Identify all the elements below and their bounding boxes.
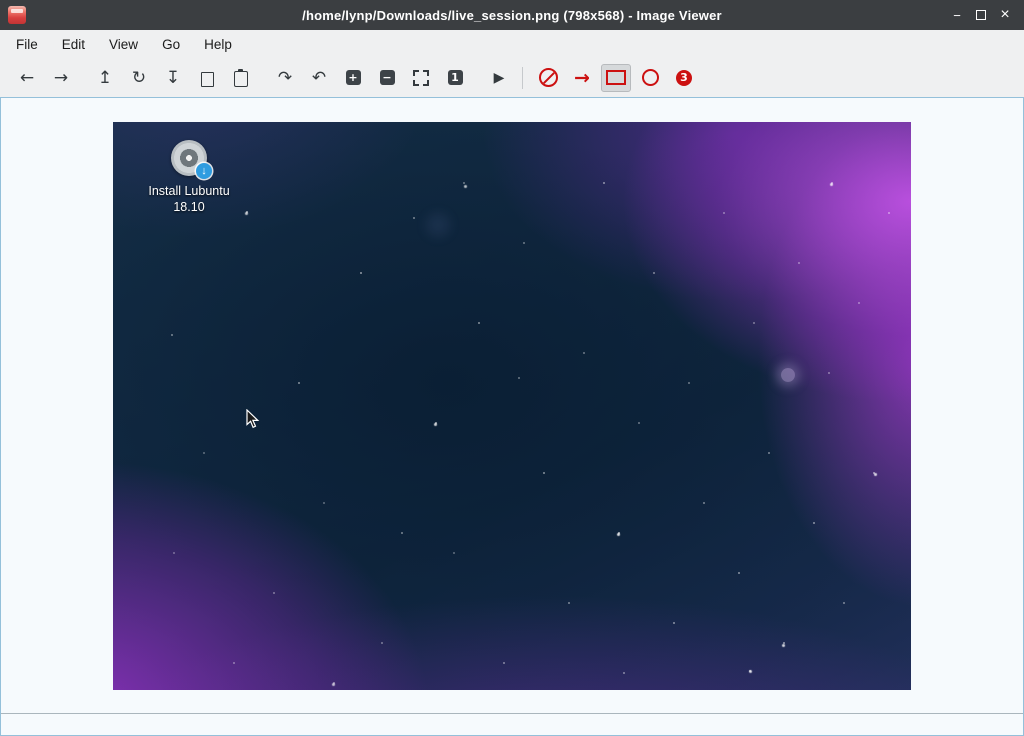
fit-to-window-button[interactable] <box>406 64 436 92</box>
window-controls: − × <box>948 6 1024 24</box>
minimize-icon: − <box>953 8 961 23</box>
rotate-counterclockwise-button[interactable]: ↶ <box>304 64 334 92</box>
reload-icon: ↻ <box>132 68 146 88</box>
back-button[interactable]: ← <box>12 64 42 92</box>
mouse-cursor <box>246 409 260 429</box>
desktop-icon-label-line1: Install Lubuntu <box>134 183 244 200</box>
forward-button[interactable]: → <box>46 64 76 92</box>
toolbar: ← → ↥ ↻ ↧ ↷ ↶ + − 1 ▶ → 3 <box>0 58 1024 97</box>
image-canvas[interactable]: ↓ Install Lubuntu 18.10 <box>1 98 1023 714</box>
no-entry-icon <box>539 68 558 87</box>
save-icon: ↧ <box>166 68 180 88</box>
open-file-icon: ↥ <box>98 68 112 88</box>
install-lubuntu-desktop-icon: ↓ Install Lubuntu 18.10 <box>134 140 244 217</box>
arrow-annotation-tool-button[interactable]: → <box>567 64 597 92</box>
fit-to-window-icon <box>413 70 429 86</box>
actual-size-icon: 1 <box>448 70 463 85</box>
back-icon: ← <box>20 68 34 88</box>
menubar: File Edit View Go Help <box>0 30 1024 58</box>
rotate-counterclockwise-icon: ↶ <box>312 68 326 88</box>
number-annotation-tool-button[interactable]: 3 <box>669 64 699 92</box>
actual-size-button[interactable]: 1 <box>440 64 470 92</box>
open-file-button[interactable]: ↥ <box>90 64 120 92</box>
red-arrow-icon: → <box>574 67 590 89</box>
nebula-glow <box>781 368 795 382</box>
window-title: /home/lynp/Downloads/live_session.png (7… <box>0 8 1024 23</box>
zoom-in-button[interactable]: + <box>338 64 368 92</box>
status-bar <box>1 714 1023 735</box>
menu-file[interactable]: File <box>4 32 50 57</box>
close-button[interactable]: × <box>996 6 1014 24</box>
paste-icon <box>234 71 248 87</box>
desktop-icon-label-line2: 18.10 <box>134 199 244 216</box>
maximize-icon <box>976 10 986 20</box>
displayed-image: ↓ Install Lubuntu 18.10 <box>113 122 911 690</box>
no-annotation-tool-button[interactable] <box>533 64 563 92</box>
play-icon: ▶ <box>494 70 505 86</box>
zoom-out-button[interactable]: − <box>372 64 402 92</box>
rotate-clockwise-button[interactable]: ↷ <box>270 64 300 92</box>
save-button[interactable]: ↧ <box>158 64 188 92</box>
desktop-icon-label: Install Lubuntu 18.10 <box>134 183 244 217</box>
maximize-button[interactable] <box>972 6 990 24</box>
paste-button[interactable] <box>226 64 256 92</box>
red-rectangle-icon <box>606 70 626 85</box>
viewer-frame: ↓ Install Lubuntu 18.10 <box>0 97 1024 736</box>
cd-disc-icon: ↓ <box>171 140 207 176</box>
toolbar-separator <box>522 67 523 89</box>
copy-icon <box>201 72 214 87</box>
rotate-clockwise-icon: ↷ <box>278 68 292 88</box>
download-badge-icon: ↓ <box>196 163 212 179</box>
zoom-in-icon: + <box>346 70 361 85</box>
copy-button[interactable] <box>192 64 222 92</box>
titlebar[interactable]: /home/lynp/Downloads/live_session.png (7… <box>0 0 1024 30</box>
rectangle-annotation-tool-button[interactable] <box>601 64 631 92</box>
menu-go[interactable]: Go <box>150 32 192 57</box>
circle-annotation-tool-button[interactable] <box>635 64 665 92</box>
forward-icon: → <box>54 68 68 88</box>
menu-help[interactable]: Help <box>192 32 244 57</box>
slideshow-play-button[interactable]: ▶ <box>484 64 514 92</box>
minimize-button[interactable]: − <box>948 6 966 24</box>
reload-button[interactable]: ↻ <box>124 64 154 92</box>
close-icon: × <box>1000 7 1009 23</box>
image-viewer-window: /home/lynp/Downloads/live_session.png (7… <box>0 0 1024 736</box>
menu-view[interactable]: View <box>97 32 150 57</box>
menu-edit[interactable]: Edit <box>50 32 97 57</box>
number-badge-icon: 3 <box>676 70 692 86</box>
zoom-out-icon: − <box>380 70 395 85</box>
image-viewer-app-icon <box>8 6 26 24</box>
red-circle-icon <box>642 69 659 86</box>
